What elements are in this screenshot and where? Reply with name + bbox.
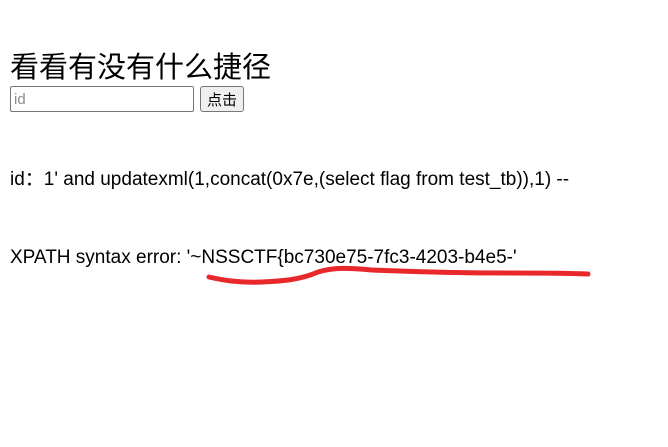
query-echo-text: id：1' and updatexml(1,concat(0x7e,(selec… (10, 169, 570, 190)
search-form: 点击 (10, 85, 245, 113)
submit-button[interactable]: 点击 (200, 86, 245, 112)
xpath-error-text: XPATH syntax error: '~NSSCTF{bc730e75-7f… (10, 247, 517, 268)
page-title: 看看有没有什么捷径 (10, 50, 272, 84)
id-input[interactable] (10, 86, 194, 112)
